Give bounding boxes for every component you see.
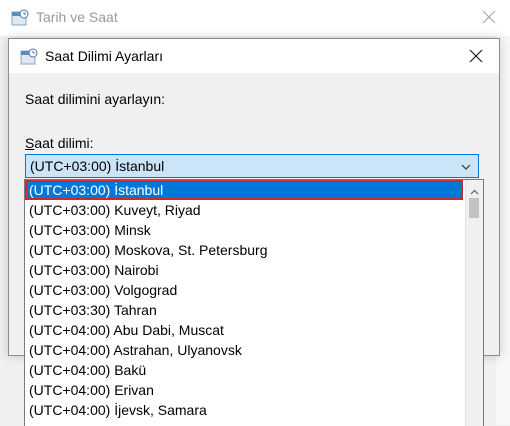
dropdown-option[interactable]: (UTC+04:00) Abu Dabi, Muscat bbox=[25, 320, 463, 340]
dialog-title: Saat Dilimi Ayarları bbox=[45, 48, 164, 64]
dropdown-option[interactable]: (UTC+03:00) Kuveyt, Riyad bbox=[25, 200, 463, 220]
date-time-app-icon bbox=[10, 8, 30, 28]
timezone-combobox-value: (UTC+03:00) İstanbul bbox=[30, 158, 165, 174]
dialog-titlebar[interactable]: Saat Dilimi Ayarları bbox=[9, 39, 499, 73]
dropdown-option[interactable]: (UTC+04:00) İjevsk, Samara bbox=[25, 400, 463, 420]
parent-window-title: Tarih ve Saat bbox=[36, 9, 118, 25]
dropdown-option[interactable]: (UTC+04:00) Erivan bbox=[25, 380, 463, 400]
dropdown-scrollbar[interactable] bbox=[465, 180, 483, 426]
dropdown-option[interactable]: (UTC+03:30) Tahran bbox=[25, 300, 463, 320]
dropdown-option[interactable]: (UTC+03:00) Moskova, St. Petersburg bbox=[25, 240, 463, 260]
close-icon[interactable] bbox=[478, 6, 500, 28]
timezone-dropdown-list[interactable]: (UTC+03:00) İstanbul (UTC+03:00) Kuveyt, … bbox=[24, 179, 484, 426]
scrollbar-thumb[interactable] bbox=[469, 198, 479, 218]
dropdown-option[interactable]: (UTC+03:00) Volgograd bbox=[25, 280, 463, 300]
dropdown-option[interactable]: (UTC+04:00) Bakü bbox=[25, 360, 463, 380]
chevron-down-icon[interactable] bbox=[460, 160, 472, 172]
date-time-app-icon bbox=[19, 47, 39, 67]
dropdown-option[interactable]: (UTC+04:00) Astrahan, Ulyanovsk bbox=[25, 340, 463, 360]
dropdown-option[interactable]: (UTC+03:00) Minsk bbox=[25, 220, 463, 240]
instruction-text: Saat dilimini ayarlayın: bbox=[25, 91, 166, 107]
timezone-combobox[interactable]: (UTC+03:00) İstanbul bbox=[25, 154, 479, 178]
chevron-up-icon[interactable] bbox=[470, 184, 479, 195]
dropdown-option[interactable]: (UTC+03:00) Nairobi bbox=[25, 260, 463, 280]
timezone-label-accesskey: S bbox=[25, 135, 35, 151]
close-icon[interactable] bbox=[465, 45, 487, 67]
timezone-label: Saat dilimi: bbox=[25, 135, 93, 151]
timezone-label-rest: aat dilimi: bbox=[34, 135, 94, 151]
parent-titlebar[interactable]: Tarih ve Saat bbox=[0, 0, 510, 36]
dropdown-option-selected[interactable]: (UTC+03:00) İstanbul bbox=[25, 180, 463, 200]
timezone-options: (UTC+03:00) İstanbul (UTC+03:00) Kuveyt, … bbox=[25, 180, 463, 420]
